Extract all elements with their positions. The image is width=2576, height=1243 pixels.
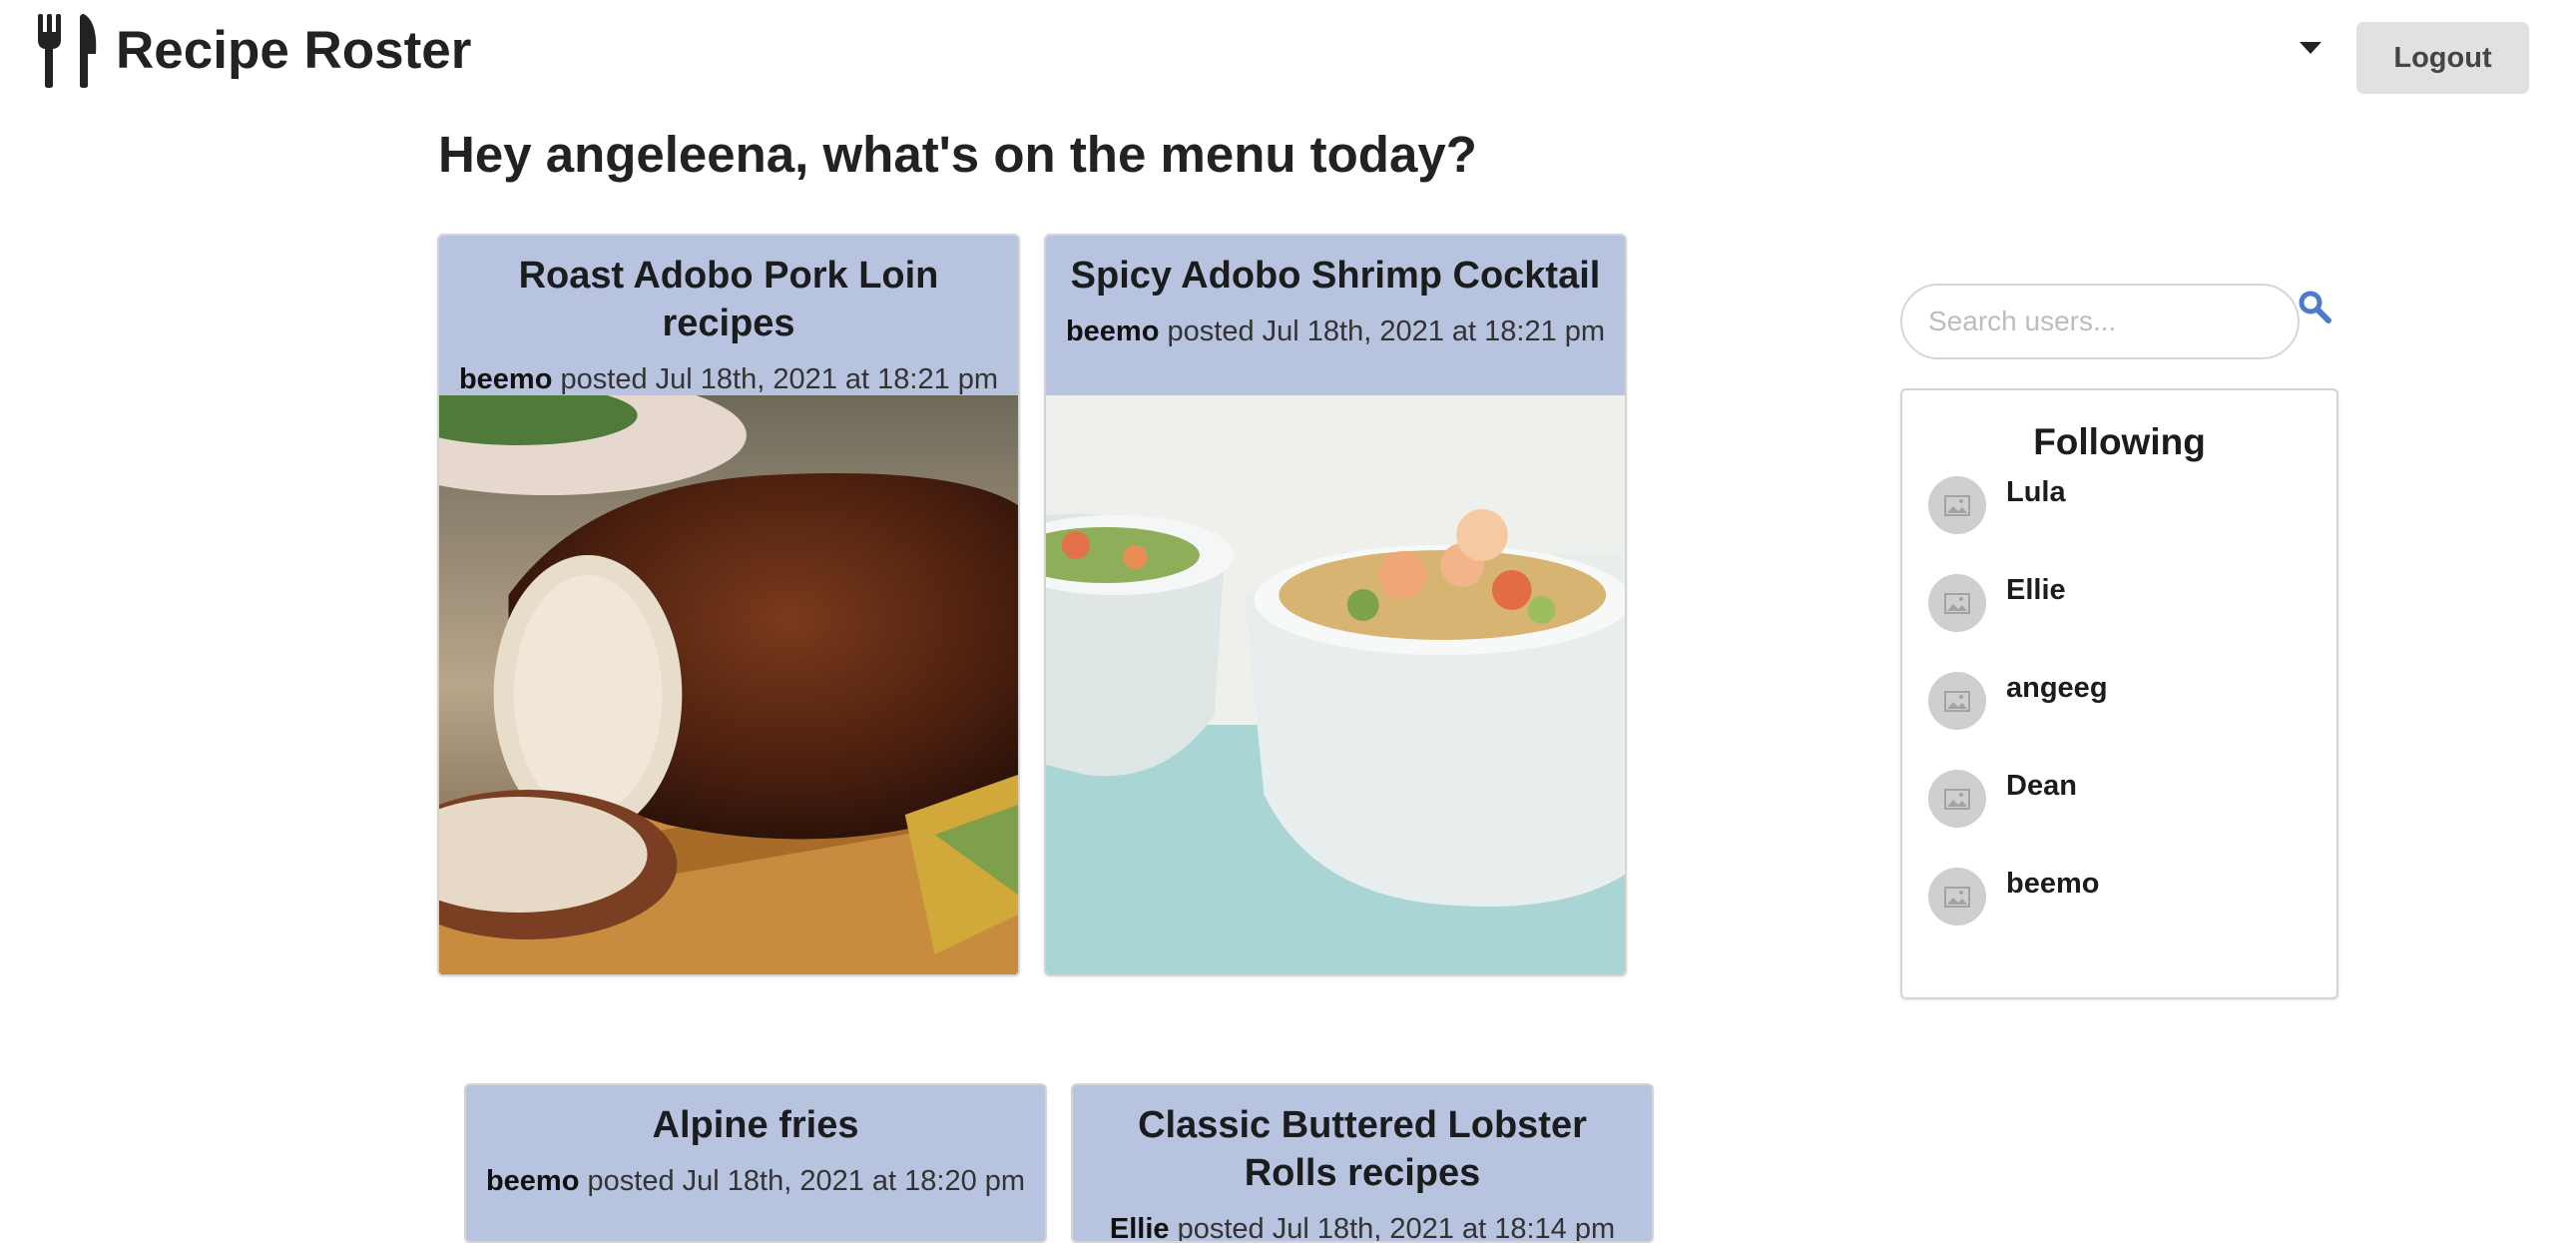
recipe-card-header: Alpine fries beemo posted Jul 18th, 2021… xyxy=(466,1085,1045,1241)
recipe-author[interactable]: Ellie xyxy=(1110,1213,1170,1241)
recipe-title[interactable]: Alpine fries xyxy=(480,1101,1031,1149)
recipe-card[interactable]: Alpine fries beemo posted Jul 18th, 2021… xyxy=(464,1083,1047,1243)
app-title[interactable]: Recipe Roster xyxy=(116,16,471,86)
recipe-author[interactable]: beemo xyxy=(486,1165,579,1197)
recipe-card[interactable]: Roast Adobo Pork Loin recipes beemo post… xyxy=(437,234,1020,976)
fork-knife-icon xyxy=(38,14,97,88)
following-user[interactable]: Ellie xyxy=(1928,574,2308,634)
recipe-author[interactable]: beemo xyxy=(459,363,552,395)
following-panel: Following Lula Ellie angeeg Dean beemo xyxy=(1900,388,2338,999)
recipe-posted-date: posted Jul 18th, 2021 at 18:21 pm xyxy=(560,363,999,395)
recipe-card[interactable]: Spicy Adobo Shrimp Cocktail beemo posted… xyxy=(1044,234,1627,976)
following-user-name[interactable]: Lula xyxy=(2006,474,2066,510)
search-icon[interactable] xyxy=(2298,290,2331,323)
recipe-image-shrimp-cocktail[interactable] xyxy=(1046,395,1625,974)
avatar-placeholder-icon[interactable] xyxy=(1928,868,1986,926)
logout-button[interactable]: Logout xyxy=(2356,22,2529,94)
search-users-input[interactable] xyxy=(1900,284,2300,359)
following-user[interactable]: Dean xyxy=(1928,770,2308,830)
recipe-posted-date: posted Jul 18th, 2021 at 18:14 pm xyxy=(1177,1213,1616,1243)
following-user[interactable]: beemo xyxy=(1928,868,2308,928)
recipe-meta: Ellie posted Jul 18th, 2021 at 18:14 pm xyxy=(1087,1197,1638,1243)
following-title: Following xyxy=(2033,421,2206,462)
following-user-name[interactable]: Dean xyxy=(2006,768,2077,804)
recipe-card[interactable]: Classic Buttered Lobster Rolls recipes E… xyxy=(1071,1083,1654,1243)
recipe-title[interactable]: Spicy Adobo Shrimp Cocktail xyxy=(1060,252,1611,300)
following-user[interactable]: angeeg xyxy=(1928,672,2308,732)
recipe-card-header: Roast Adobo Pork Loin recipes beemo post… xyxy=(439,236,1018,395)
header: Recipe Roster Logout xyxy=(0,0,2576,110)
following-user-name[interactable]: angeeg xyxy=(2006,670,2108,706)
following-user-name[interactable]: Ellie xyxy=(2006,572,2066,608)
recipe-title[interactable]: Classic Buttered Lobster Rolls recipes xyxy=(1087,1101,1638,1197)
page-greeting: Hey angeleena, what's on the menu today? xyxy=(438,126,1477,183)
avatar-placeholder-icon[interactable] xyxy=(1928,770,1986,828)
recipe-author[interactable]: beemo xyxy=(1066,315,1159,347)
recipe-posted-date: posted Jul 18th, 2021 at 18:20 pm xyxy=(587,1165,1026,1197)
recipe-image-pork-loin[interactable] xyxy=(439,395,1018,974)
recipe-card-header: Spicy Adobo Shrimp Cocktail beemo posted… xyxy=(1046,236,1625,395)
recipe-card-header: Classic Buttered Lobster Rolls recipes E… xyxy=(1073,1085,1652,1243)
recipe-meta: beemo posted Jul 18th, 2021 at 18:20 pm xyxy=(480,1149,1031,1225)
caret-down-icon[interactable] xyxy=(2296,36,2325,60)
recipe-title[interactable]: Roast Adobo Pork Loin recipes xyxy=(453,252,1004,347)
avatar-placeholder-icon[interactable] xyxy=(1928,672,1986,730)
recipe-posted-date: posted Jul 18th, 2021 at 18:21 pm xyxy=(1167,315,1606,347)
following-user-name[interactable]: beemo xyxy=(2006,866,2099,902)
avatar-placeholder-icon[interactable] xyxy=(1928,476,1986,534)
recipe-meta: beemo posted Jul 18th, 2021 at 18:21 pm xyxy=(1060,300,1611,375)
avatar-placeholder-icon[interactable] xyxy=(1928,574,1986,632)
following-user[interactable]: Lula xyxy=(1928,476,2308,536)
